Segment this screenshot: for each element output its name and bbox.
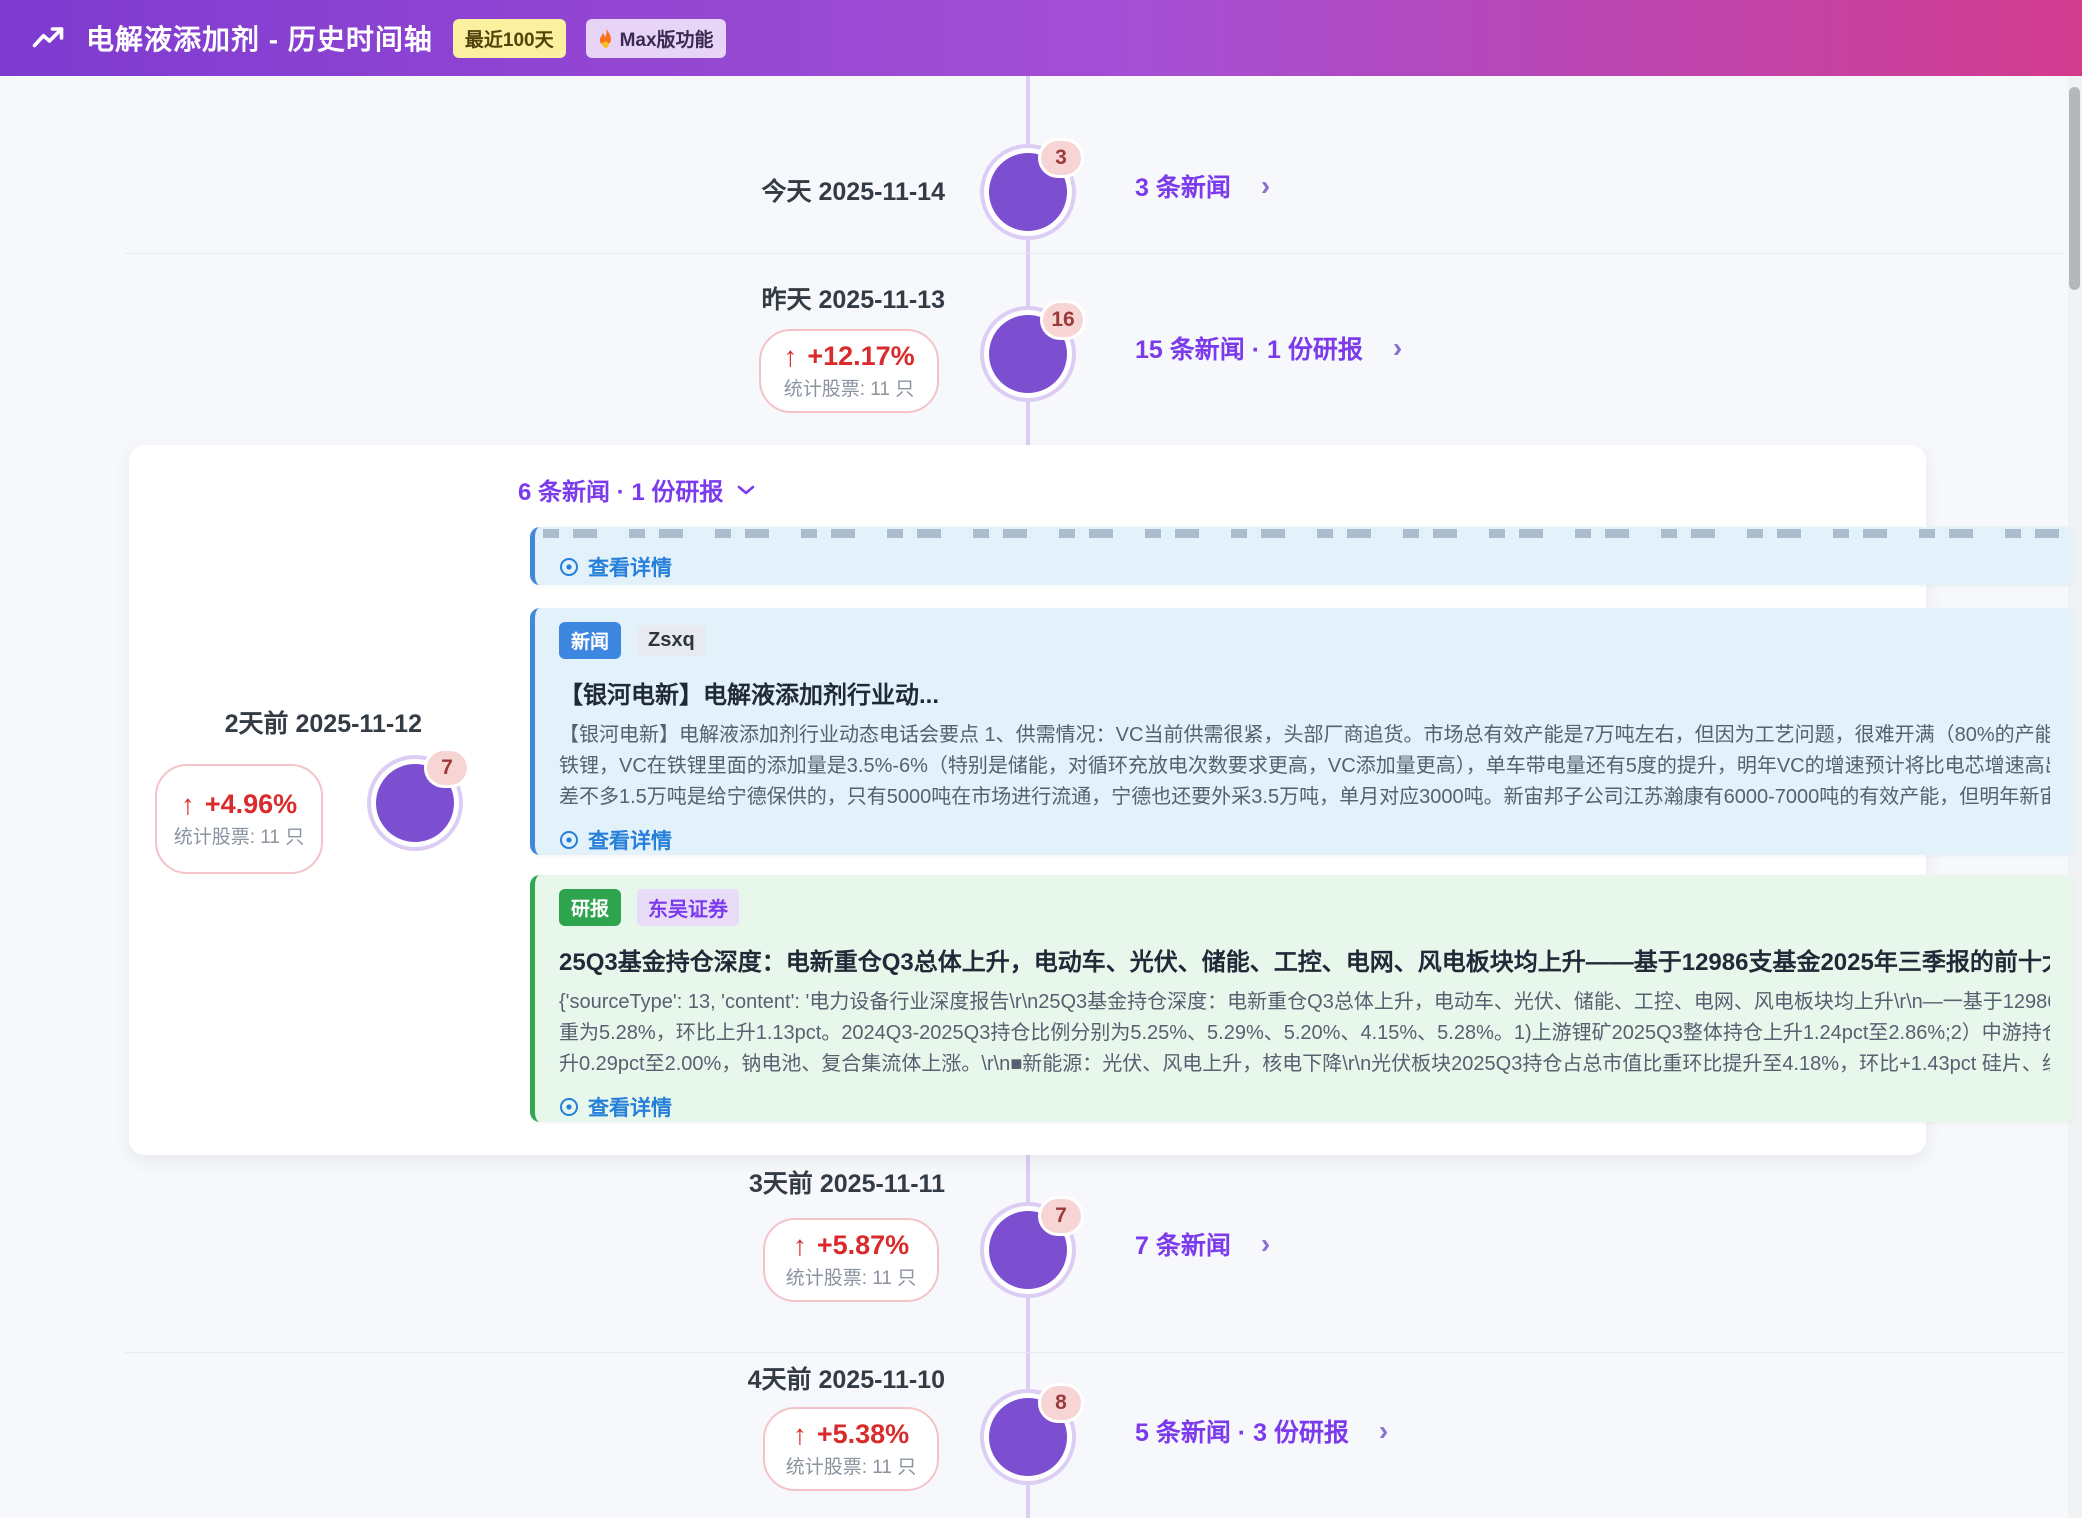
entry-link-label: 7 条新闻 bbox=[1135, 1226, 1231, 1262]
entry-link-3days[interactable]: 7 条新闻 › bbox=[1135, 1226, 1270, 1262]
news-card-clipped[interactable]: 查看详情 bbox=[530, 527, 2074, 585]
chevron-right-icon: › bbox=[1261, 172, 1270, 200]
news-source-badge: Zsxq bbox=[637, 625, 706, 656]
report-title: 25Q3基金持仓深度：电新重仓Q3总体上升，电动车、光伏、储能、工控、电网、风电… bbox=[559, 942, 2050, 977]
view-details-link[interactable]: 查看详情 bbox=[559, 825, 2050, 855]
entry-divider bbox=[125, 253, 2063, 254]
report-source-badge: 东吴证券 bbox=[637, 889, 739, 926]
max-badge-label: Max版功能 bbox=[620, 25, 714, 52]
chevron-right-icon: › bbox=[1261, 1230, 1270, 1258]
count-badge-3days: 7 bbox=[1038, 1196, 1084, 1236]
entry-link-4days[interactable]: 5 条新闻 · 3 份研报 › bbox=[1135, 1413, 1388, 1449]
change-value: ↑ +12.17% bbox=[783, 341, 914, 373]
page-header: 电解液添加剂 - 历史时间轴 最近100天 Max版功能 bbox=[0, 0, 2082, 76]
chevron-right-icon: › bbox=[1393, 334, 1402, 362]
stocks-count: 统计股票: 11 只 bbox=[174, 826, 305, 850]
change-chip-2days: ↑ +4.96% 统计股票: 11 只 bbox=[155, 764, 323, 874]
report-type-badge: 研报 bbox=[559, 889, 621, 926]
timeline-page: 电解液添加剂 - 历史时间轴 最近100天 Max版功能 今天 2025-11-… bbox=[0, 0, 2082, 1518]
entry-date-2days: 2天前 2025-11-12 bbox=[102, 704, 422, 740]
change-value: ↑ +4.96% bbox=[181, 789, 297, 821]
change-chip-4days: ↑ +5.38% 统计股票: 11 只 bbox=[763, 1407, 939, 1491]
view-details-link[interactable]: 查看详情 bbox=[559, 1092, 2050, 1122]
clipped-text-fragment bbox=[543, 529, 2066, 538]
up-arrow-icon: ↑ bbox=[181, 789, 195, 821]
eye-icon bbox=[559, 557, 579, 577]
report-card[interactable]: 研报 东吴证券 25Q3基金持仓深度：电新重仓Q3总体上升，电动车、光伏、储能、… bbox=[530, 875, 2074, 1122]
page-scrollbar-thumb[interactable] bbox=[2069, 87, 2080, 290]
view-details-link[interactable]: 查看详情 bbox=[559, 552, 2074, 582]
eye-icon bbox=[559, 1097, 579, 1117]
max-feature-badge: Max版功能 bbox=[586, 19, 726, 58]
entry-link-label: 5 条新闻 · 3 份研报 bbox=[1135, 1413, 1349, 1449]
stocks-count: 统计股票: 11 只 bbox=[786, 1267, 917, 1291]
news-body: 【银河电新】电解液添加剂行业动态电话会要点 1、供需情况：VC当前供需很紧，头部… bbox=[559, 720, 2050, 813]
chevron-down-icon bbox=[737, 484, 755, 496]
range-badge: 最近100天 bbox=[453, 19, 566, 58]
change-value: ↑ +5.87% bbox=[793, 1230, 909, 1262]
entry-date-3days: 3天前 2025-11-11 bbox=[625, 1164, 945, 1200]
up-arrow-icon: ↑ bbox=[793, 1419, 807, 1451]
flame-icon bbox=[598, 28, 614, 48]
news-card[interactable]: 新闻 Zsxq 【银河电新】电解液添加剂行业动... 【银河电新】电解液添加剂行… bbox=[530, 608, 2074, 855]
entry-date-4days: 4天前 2025-11-10 bbox=[625, 1360, 945, 1396]
eye-icon bbox=[559, 830, 579, 850]
change-value: ↑ +5.38% bbox=[793, 1419, 909, 1451]
stocks-count: 统计股票: 11 只 bbox=[786, 1456, 917, 1480]
entry-date-today: 今天 2025-11-14 bbox=[625, 172, 945, 208]
entry-link-yesterday[interactable]: 15 条新闻 · 1 份研报 › bbox=[1135, 330, 1402, 366]
line-chart-icon bbox=[30, 20, 66, 56]
entry-link-today[interactable]: 3 条新闻 › bbox=[1135, 168, 1270, 204]
entry-date-yesterday: 昨天 2025-11-13 bbox=[625, 280, 945, 316]
chevron-right-icon: › bbox=[1379, 1417, 1388, 1445]
up-arrow-icon: ↑ bbox=[793, 1230, 807, 1262]
entry-link-label: 15 条新闻 · 1 份研报 bbox=[1135, 330, 1363, 366]
news-type-badge: 新闻 bbox=[559, 622, 621, 659]
count-badge-yesterday: 16 bbox=[1040, 300, 1086, 340]
entry-link-label: 3 条新闻 bbox=[1135, 168, 1231, 204]
change-chip-3days: ↑ +5.87% 统计股票: 11 只 bbox=[763, 1218, 939, 1302]
page-title: 电解液添加剂 - 历史时间轴 bbox=[86, 18, 433, 58]
entry-divider bbox=[125, 1352, 2063, 1353]
up-arrow-icon: ↑ bbox=[783, 341, 797, 373]
expanded-summary-toggle[interactable]: 6 条新闻 · 1 份研报 bbox=[518, 472, 755, 507]
count-badge-today: 3 bbox=[1038, 138, 1084, 178]
report-body: {'sourceType': 13, 'content': '电力设备行业深度报… bbox=[559, 987, 2050, 1080]
stocks-count: 统计股票: 11 只 bbox=[784, 378, 915, 402]
count-badge-4days: 8 bbox=[1038, 1383, 1084, 1423]
change-chip-yesterday: ↑ +12.17% 统计股票: 11 只 bbox=[759, 329, 939, 413]
news-title: 【银河电新】电解液添加剂行业动... bbox=[559, 675, 2050, 710]
count-badge-2days: 7 bbox=[424, 748, 470, 788]
summary-label: 6 条新闻 · 1 份研报 bbox=[518, 472, 723, 507]
